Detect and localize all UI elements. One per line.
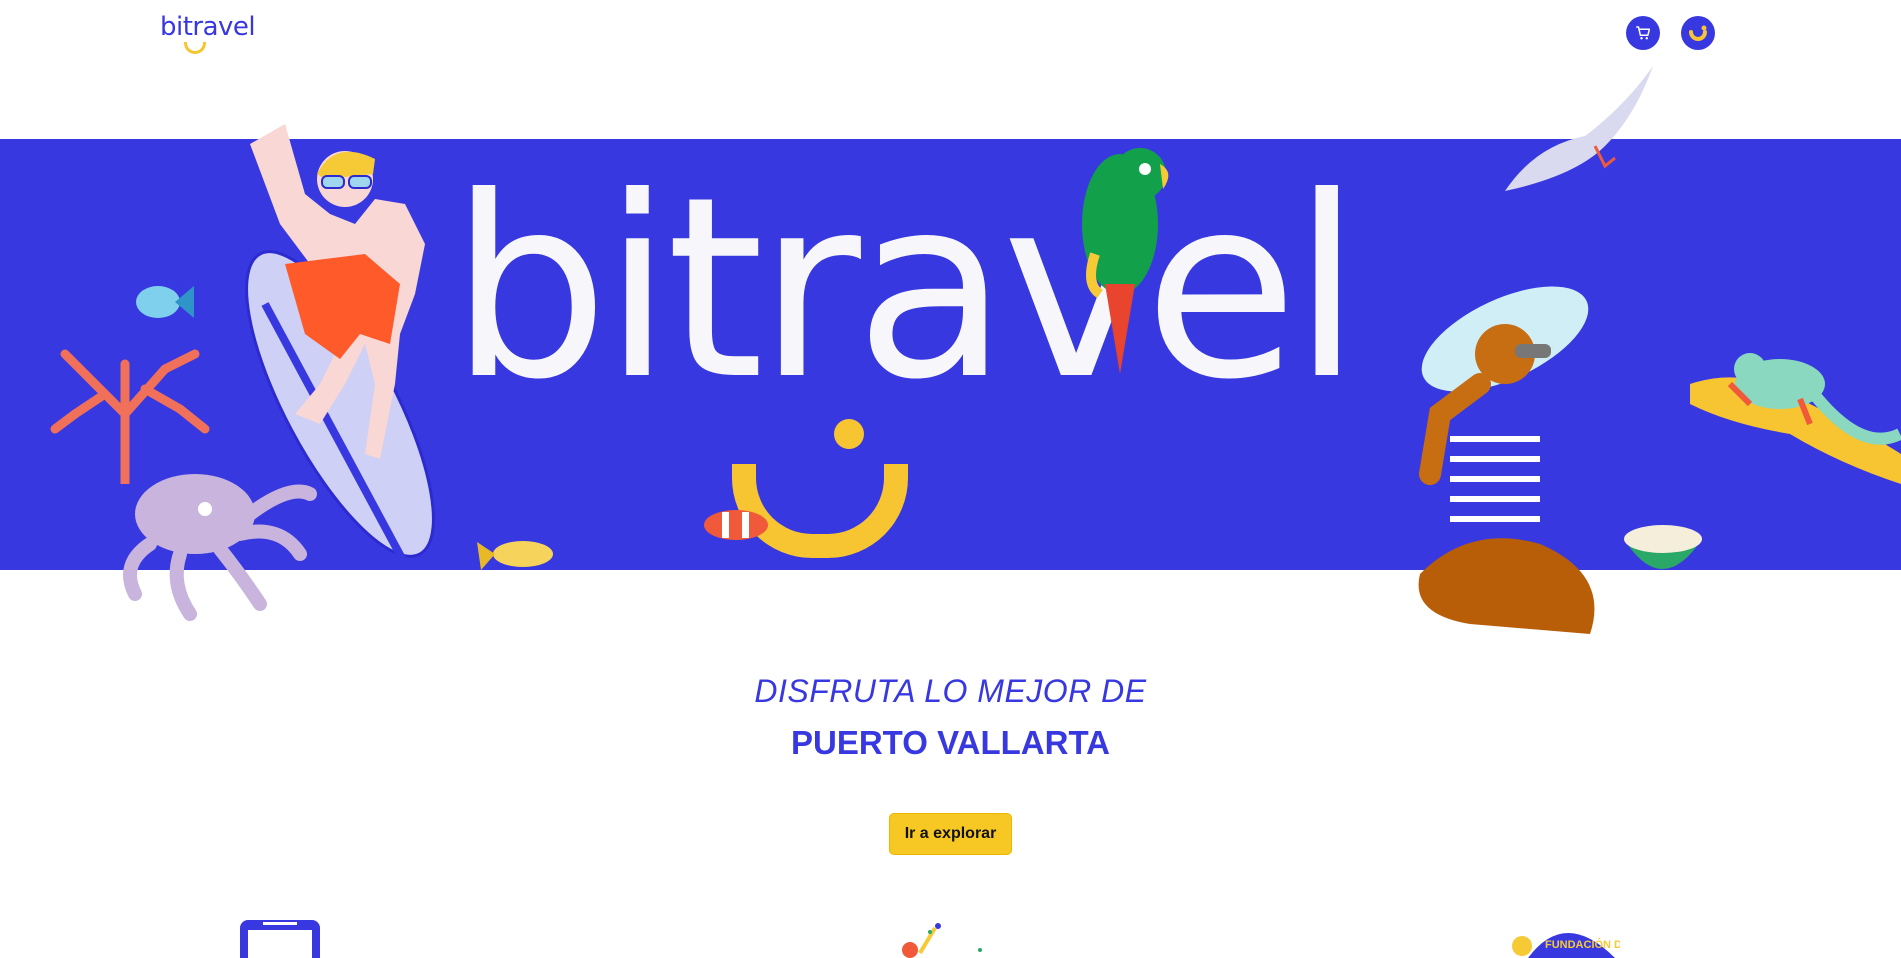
logo-smile-icon (184, 42, 206, 54)
hero-smile-dot (834, 419, 864, 449)
parrot-illustration (1082, 148, 1169, 374)
woman-sunhat-illustration (1418, 286, 1595, 634)
profile-button[interactable] (1681, 16, 1715, 50)
brand-logo[interactable]: bitravel (160, 12, 256, 56)
navbar: bitravel (0, 0, 1901, 64)
coconut-illustration (1624, 525, 1702, 569)
clownfish-illustration (704, 510, 768, 540)
hero-tagline-line2: PUERTO VALLARTA (791, 724, 1110, 761)
iguana-illustration (1690, 353, 1901, 484)
cart-icon (1636, 26, 1651, 40)
fish-illustration (136, 286, 194, 318)
celebration-icon (902, 923, 982, 958)
phone-icon (240, 920, 320, 958)
hero-logo-text: bitravel (450, 143, 1361, 434)
brand-logo-text: bitravel (160, 12, 256, 42)
hero-banner: bitravel (0, 64, 1901, 638)
yellow-fish-illustration (477, 541, 553, 570)
octopus-illustration (123, 474, 317, 621)
seagull-illustration (1505, 66, 1653, 191)
cart-button[interactable] (1626, 16, 1660, 50)
smile-profile-icon (1689, 25, 1707, 41)
explore-button[interactable]: Ir a explorar (889, 813, 1012, 855)
coral-illustration (50, 349, 210, 484)
foundation-seal-icon: FUNDACIÓN DEL P (1512, 933, 1620, 958)
seal-text: FUNDACIÓN DEL P (1545, 938, 1620, 951)
hero-tagline-line1: DISFRUTA LO MEJOR DE (754, 673, 1147, 709)
